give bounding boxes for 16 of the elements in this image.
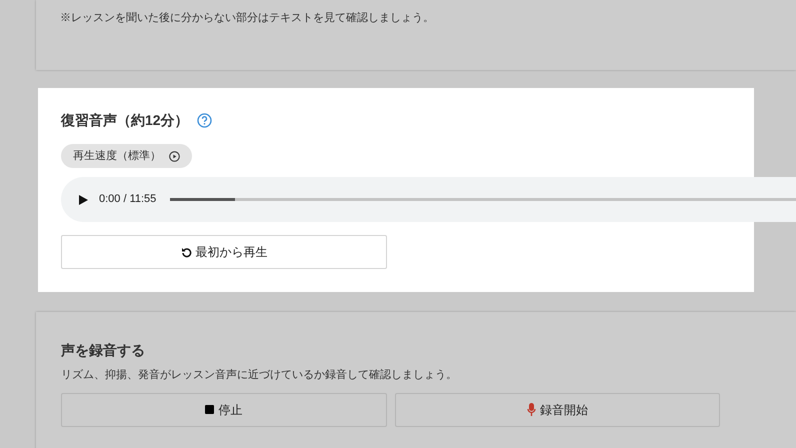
section-title: 声を録音する [61,341,146,360]
restart-icon [180,246,192,258]
section-title: 復習音声（約12分） [61,111,189,130]
time-display: 0:00 / 11:55 [99,192,156,208]
record-button[interactable]: 録音開始 [394,392,720,426]
note-text: ※レッスンを聞いた後に分からない部分はテキストを見て確認しましょう。 [60,10,435,26]
restart-button[interactable]: 最初から再生 [61,235,387,269]
stop-button[interactable]: 停止 [61,392,386,426]
microphone-icon [526,403,536,416]
play-circle-icon [169,150,180,162]
description-text: リズム、抑揚、発音がレッスン音声に近づけているか録音して確認しましょう。 [61,368,458,383]
stop-icon [205,405,214,414]
playback-speed-button[interactable]: 再生速度（標準） [61,144,192,168]
progress-track[interactable] [170,198,796,201]
help-icon[interactable] [196,113,212,128]
play-icon[interactable] [77,194,89,206]
